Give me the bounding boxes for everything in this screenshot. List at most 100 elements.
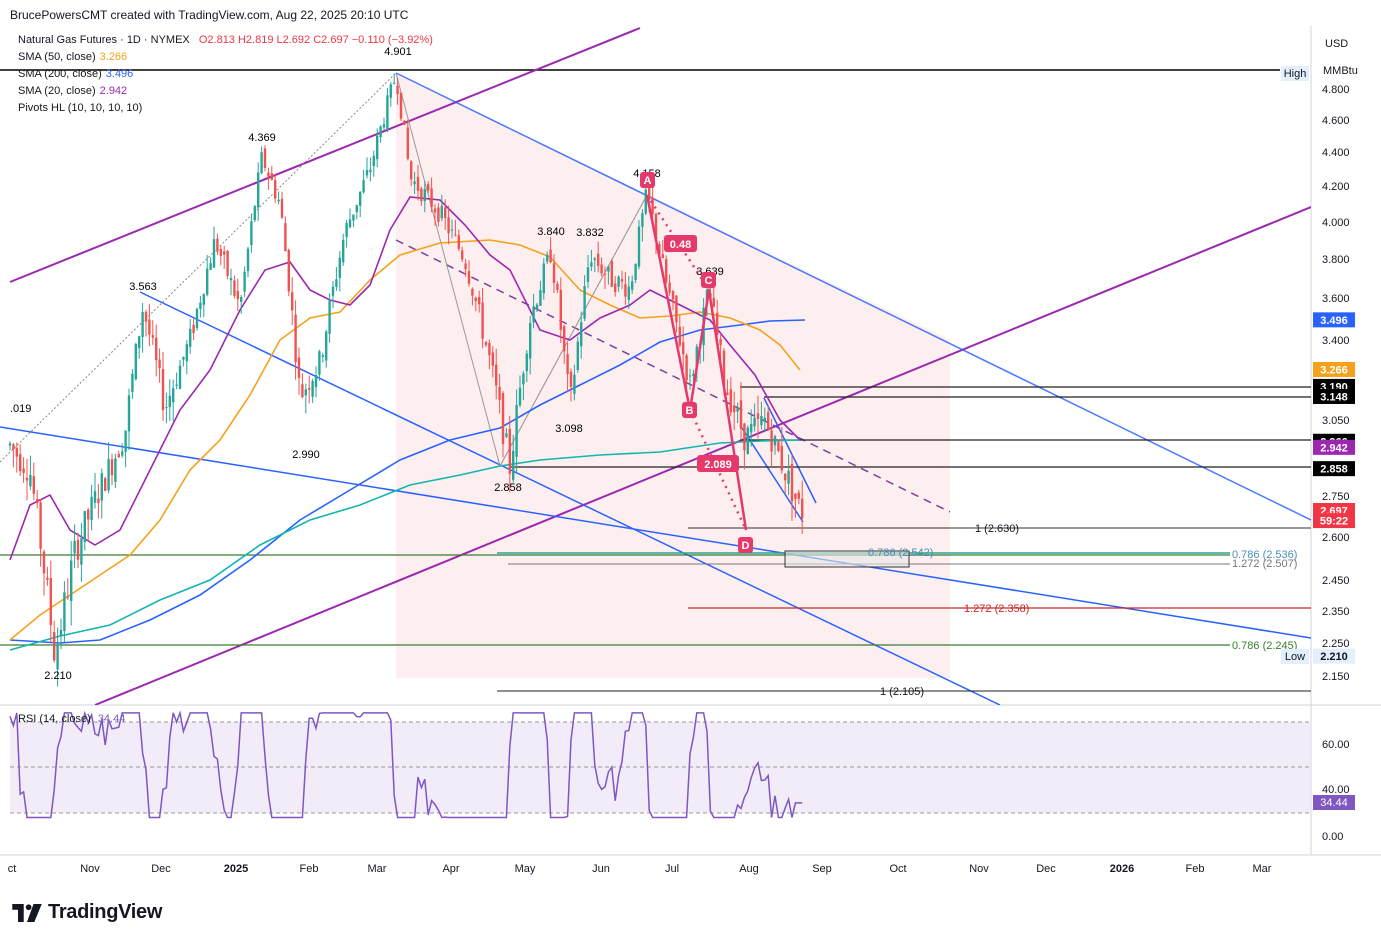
pivot-label-3832: 3.832: [576, 227, 604, 239]
svg-text:59:22: 59:22: [1320, 516, 1348, 528]
candle: [257, 162, 260, 221]
price-tag: 2.858: [1313, 461, 1355, 477]
price-tick-label: 3.800: [1322, 254, 1350, 266]
tradingview-logo[interactable]: TradingView: [12, 901, 162, 924]
pivot-label-2858: 2.858: [494, 482, 522, 494]
candle: [148, 304, 151, 347]
legend-pivots[interactable]: Pivots HL (10, 10, 10, 10): [18, 102, 142, 114]
rsi-pane: 60.00 40.00 0.00 34.44: [9, 710, 1355, 843]
svg-text:A: A: [644, 175, 652, 187]
candle: [369, 157, 372, 182]
svg-text:High: High: [1284, 68, 1307, 80]
time-tick-label: Sep: [812, 863, 832, 875]
candle: [355, 204, 358, 220]
candle: [348, 208, 352, 229]
candle: [121, 443, 124, 458]
candle: [236, 278, 239, 311]
main-pane: [0, 27, 1311, 705]
candle: [314, 366, 318, 398]
candle: [25, 458, 29, 501]
candle: [308, 375, 311, 404]
candle: [46, 566, 49, 586]
candle: [100, 468, 103, 519]
price-tick-label: 2.450: [1322, 575, 1350, 587]
candle: [321, 352, 324, 363]
rsi-legend[interactable]: RSI (14, close) 34.44: [18, 713, 125, 725]
candle: [335, 266, 338, 291]
candle: [90, 484, 93, 531]
candle: [362, 169, 365, 194]
pivot-label-2210: 2.210: [44, 670, 72, 682]
pivot-label-3840: 3.840: [537, 226, 565, 238]
legend-pivots-label: Pivots HL (10, 10, 10, 10): [18, 102, 143, 114]
svg-text:2.210: 2.210: [1320, 651, 1348, 663]
candle: [665, 255, 668, 285]
candle: [206, 254, 209, 297]
candle: [138, 335, 141, 359]
price-tick-label: 3.400: [1322, 335, 1350, 347]
rsi-legend-label: RSI (14, close): [18, 713, 91, 725]
time-tick-label: 2025: [224, 863, 248, 875]
time-tick-label: Dec: [1036, 863, 1056, 875]
legend-sma50[interactable]: SMA (50, close) 3.266: [18, 51, 127, 63]
time-tick-label: Jun: [592, 863, 610, 875]
svg-text:3.266: 3.266: [1320, 364, 1348, 376]
time-tick-label: Oct: [889, 863, 906, 875]
price-tick-label: 3.600: [1322, 293, 1350, 305]
price-tick-label: 2.250: [1322, 638, 1350, 650]
candle: [175, 372, 178, 390]
candle: [342, 233, 345, 266]
currency-label: USD: [1325, 38, 1348, 50]
candle: [274, 173, 277, 203]
candle: [53, 620, 56, 663]
svg-text:Low: Low: [1285, 651, 1305, 663]
candle: [104, 476, 107, 492]
fib-label-2507: 1.272 (2.507): [1232, 558, 1297, 570]
price-tick-label: 4.800: [1322, 84, 1350, 96]
candle: [172, 379, 175, 422]
candle: [389, 81, 392, 107]
chart-canvas[interactable]: 4.901 4.369 3.563 .019 2.990 2.210 3.840…: [0, 0, 1381, 942]
legend-sma200[interactable]: SMA (200, close) 3.496: [18, 68, 133, 80]
price-tag: 3.148: [1313, 388, 1355, 404]
candle: [195, 307, 199, 331]
time-tick-label: Mar: [368, 863, 387, 875]
fib-label-2542: 0.786 (2.542): [868, 547, 933, 559]
candle: [76, 532, 80, 568]
legend-sma20-label: SMA (20, close): [18, 85, 96, 97]
candle: [199, 296, 202, 318]
price-tick-label: 3.050: [1322, 415, 1350, 427]
candle: [189, 318, 192, 354]
candle: [12, 442, 15, 468]
candle: [127, 388, 131, 451]
candle: [576, 336, 579, 373]
pivot-label-3019: .019: [10, 403, 31, 415]
svg-text:C: C: [705, 275, 713, 287]
candle: [15, 442, 18, 473]
candle: [226, 249, 229, 280]
candle: [403, 120, 406, 126]
rsi-tick-40: 40.00: [1322, 784, 1350, 796]
time-tick-label: Nov: [80, 863, 100, 875]
time-tick-label: Feb: [1186, 863, 1205, 875]
candle: [73, 524, 76, 569]
candle: [168, 379, 171, 421]
tradingview-logo-icon: [12, 903, 42, 922]
time-tick-label: Jul: [665, 863, 679, 875]
time-axis-ticks: ct Nov Dec 2025 Feb Mar Apr May Jun Jul Aug Sep Oct N…: [8, 863, 1272, 875]
candle: [352, 214, 355, 228]
legend-title-row[interactable]: Natural Gas Futures · 1D · NYMEX O2.813 …: [18, 34, 433, 46]
rsi-value-tag-text: 34.44: [1320, 797, 1348, 809]
candle: [399, 92, 403, 121]
pattern-point-a: A: [640, 172, 655, 188]
high-tag: High: [1281, 66, 1309, 81]
candle: [22, 457, 25, 483]
candle: [253, 204, 256, 223]
candle: [260, 146, 263, 175]
legend-sma20[interactable]: SMA (20, close) 2.942: [18, 85, 127, 97]
candle: [141, 303, 144, 353]
candle: [223, 245, 226, 269]
candle: [263, 145, 267, 172]
candle: [270, 165, 273, 181]
candle: [325, 329, 328, 368]
